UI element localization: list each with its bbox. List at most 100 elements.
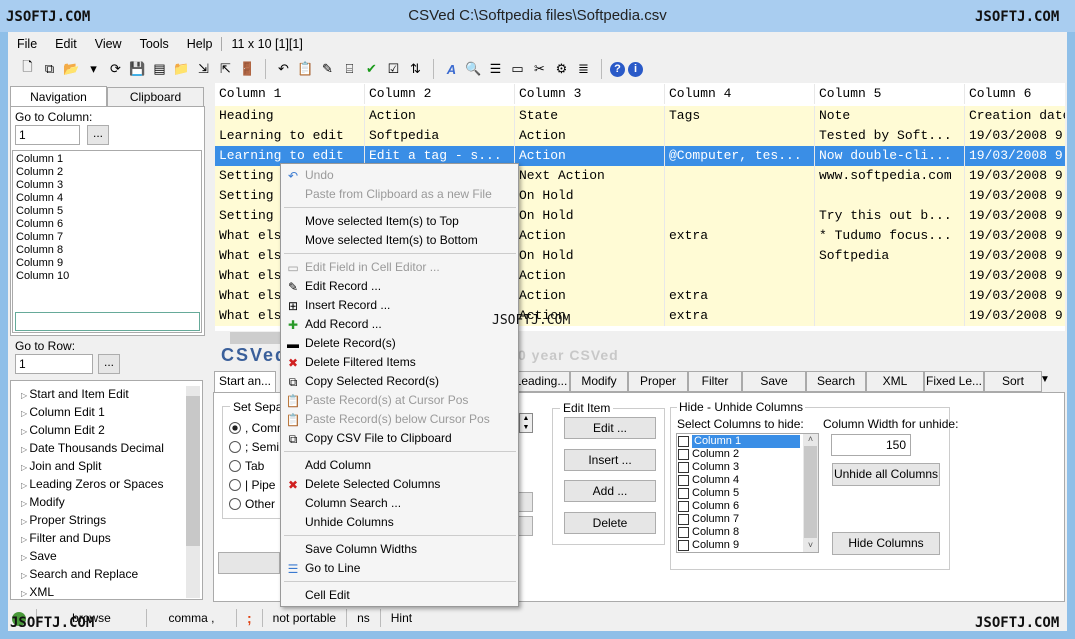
menu-item-paste-from-clipboard-as-a-new-file[interactable]: Paste from Clipboard as a new File (281, 185, 518, 204)
table-cell[interactable]: Learning to edit (215, 126, 365, 146)
column-list-item[interactable]: Column 7 (13, 231, 201, 244)
go-to-row-button[interactable]: ... (98, 354, 120, 374)
menu-item-delete-filtered-items[interactable]: ✖ Delete Filtered Items (281, 353, 518, 372)
checkbox[interactable] (678, 501, 689, 512)
table-row[interactable]: Learning to edit Softpedia Action Tested by… (215, 126, 1065, 146)
refresh-icon[interactable]: ⟳ (106, 60, 125, 78)
settings-icon[interactable]: ⚙ (552, 60, 571, 78)
column-width-input[interactable]: 150 (831, 434, 911, 456)
tab-3[interactable]: Proper (628, 371, 688, 392)
table-cell[interactable]: Action (365, 106, 515, 126)
table-cell[interactable]: 19/03/2008 9 (965, 146, 1065, 166)
table-cell[interactable]: www.softpedia.com (815, 166, 965, 186)
tools-icon[interactable]: ✂ (530, 60, 549, 78)
paste-icon[interactable]: 📋 (296, 60, 315, 78)
column-header[interactable]: Column 4 (665, 84, 815, 104)
table-cell[interactable]: 19/03/2008 9 (965, 226, 1065, 246)
tab-1[interactable]: Leading... (512, 371, 570, 392)
checkbox[interactable] (678, 462, 689, 473)
table-cell[interactable]: 19/03/2008 9 (965, 186, 1065, 206)
menu-item-unhide-columns[interactable]: Unhide Columns (281, 513, 518, 532)
tab-navigation[interactable]: Navigation (10, 86, 107, 107)
menu-item-undo[interactable]: ↶ Undo (281, 166, 518, 185)
menu-item-add-column[interactable]: Add Column (281, 456, 518, 475)
hide-column-item[interactable]: Column 6 (678, 500, 817, 513)
table-cell[interactable]: Tags (665, 106, 815, 126)
table-cell[interactable] (815, 186, 965, 206)
separator-radio[interactable]: ; Semi (229, 437, 287, 456)
column-list-item[interactable]: Column 3 (13, 179, 201, 192)
menu-item-copy-selected-record-s[interactable]: ⧉ Copy Selected Record(s) (281, 372, 518, 391)
menu-file[interactable]: File (8, 37, 46, 51)
tree-item[interactable]: ▷ Filter and Dups (11, 529, 202, 547)
table-cell[interactable] (665, 166, 815, 186)
table-cell[interactable]: extra (665, 286, 815, 306)
menu-item-move-selected-item-s-to-top[interactable]: Move selected Item(s) to Top (281, 212, 518, 231)
info-icon[interactable]: i (628, 61, 643, 77)
folder-icon[interactable]: 📁 (172, 60, 191, 78)
table-cell[interactable] (665, 206, 815, 226)
table-cell[interactable]: 19/03/2008 9 (965, 286, 1065, 306)
hide-column-item[interactable]: Column 8 (678, 526, 817, 539)
tab-clipboard[interactable]: Clipboard (107, 87, 204, 107)
dropdown-icon[interactable]: ▾ (84, 60, 103, 78)
table-cell[interactable]: * Tudumo focus... (815, 226, 965, 246)
separator-apply-button[interactable] (218, 552, 280, 574)
menu-item-cell-edit[interactable]: Cell Edit (281, 586, 518, 605)
checkbox[interactable] (678, 540, 689, 551)
table-cell[interactable] (665, 186, 815, 206)
checkbox[interactable] (678, 527, 689, 538)
hide-columns-button[interactable]: Hide Columns (832, 532, 940, 555)
tab-7[interactable]: XML (866, 371, 924, 392)
exit-door-icon[interactable]: 🚪 (238, 60, 257, 78)
go-to-row-input[interactable]: 1 (15, 354, 93, 374)
table-cell[interactable] (815, 266, 965, 286)
table-cell[interactable]: extra (665, 226, 815, 246)
save-as-icon[interactable]: ▤ (150, 60, 169, 78)
go-to-column-input[interactable]: 1 (15, 125, 80, 145)
delete-button[interactable]: Delete (564, 512, 656, 534)
search-icon[interactable]: 🔍 (464, 60, 483, 78)
menu-item-go-to-line[interactable]: ☰ Go to Line (281, 559, 518, 578)
tab-8[interactable]: Fixed Le... (924, 371, 984, 392)
tab-9[interactable]: Sort (984, 371, 1042, 392)
hide-column-item[interactable]: Column 4 (678, 474, 817, 487)
small-button[interactable] (518, 492, 533, 512)
edit-icon[interactable]: ✎ (318, 60, 337, 78)
menu-item-column-search[interactable]: Column Search ... (281, 494, 518, 513)
table-cell[interactable]: Try this out b... (815, 206, 965, 226)
menu-item-edit-record[interactable]: ✎ Edit Record ... (281, 277, 518, 296)
separator-radio[interactable]: Other (229, 494, 287, 513)
separator-radio[interactable]: , Comm (229, 418, 287, 437)
menu-item-move-selected-item-s-to-bottom[interactable]: Move selected Item(s) to Bottom (281, 231, 518, 250)
insert-button[interactable]: Insert ... (564, 449, 656, 471)
hide-column-item[interactable]: Column 1 (678, 435, 817, 448)
table-cell[interactable]: 19/03/2008 9 (965, 166, 1065, 186)
column-header[interactable]: Column 3 (515, 84, 665, 104)
table-cell[interactable]: Heading (215, 106, 365, 126)
menu-item-delete-selected-columns[interactable]: ✖ Delete Selected Columns (281, 475, 518, 494)
table-cell[interactable]: 19/03/2008 9 (965, 246, 1065, 266)
column-list-item[interactable]: Column 6 (13, 218, 201, 231)
column-list-item[interactable]: Column 8 (13, 244, 201, 257)
tree-item[interactable]: ▷ Start and Item Edit (11, 385, 202, 403)
tree-item[interactable]: ▷ Column Edit 2 (11, 421, 202, 439)
checkbox[interactable] (678, 475, 689, 486)
table-cell[interactable] (665, 246, 815, 266)
column-list-item[interactable]: Column 9 (13, 257, 201, 270)
radio-circle[interactable] (229, 459, 241, 472)
table-cell[interactable] (665, 126, 815, 146)
tree-scrollbar[interactable] (186, 386, 200, 598)
tree-item[interactable]: ▷ Date Thousands Decimal (11, 439, 202, 457)
table-cell[interactable]: extra (665, 306, 815, 326)
column-list[interactable]: Column 1 Column 2 Column 3 Column 4 Column 5… (12, 150, 202, 333)
table-cell[interactable]: @Computer, tes... (665, 146, 815, 166)
table-cell[interactable]: Now double-cli... (815, 146, 965, 166)
hide-column-item[interactable]: Column 9 (678, 539, 817, 552)
radio-circle[interactable] (229, 478, 241, 491)
radio-circle[interactable] (229, 440, 241, 453)
table-cell[interactable]: Action (515, 266, 665, 286)
menu-item-delete-record-s[interactable]: ▬ Delete Record(s) (281, 334, 518, 353)
hide-column-item[interactable]: Column 5 (678, 487, 817, 500)
tree-item[interactable]: ▷ Leading Zeros or Spaces (11, 475, 202, 493)
